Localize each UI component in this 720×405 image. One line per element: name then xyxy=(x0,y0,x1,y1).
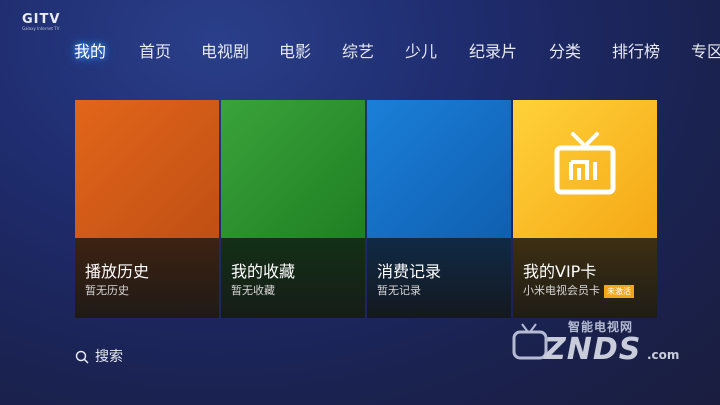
watermark-brand: ZNDS xyxy=(544,332,642,367)
mi-tv-icon xyxy=(554,132,616,195)
tile-subtitle: 小米电视会员卡 未激活 xyxy=(523,282,634,298)
tab-movies[interactable]: 电影 xyxy=(279,38,311,62)
tile-favorites[interactable]: 我的收藏 暂无收藏 xyxy=(221,100,365,318)
tab-kids[interactable]: 少儿 xyxy=(405,38,437,62)
tile-title: 我的收藏 xyxy=(231,262,296,281)
search-icon xyxy=(75,350,89,364)
tile-subtitle: 暂无历史 xyxy=(85,284,129,297)
search-label: 搜索 xyxy=(95,349,123,365)
logo-mark: GITV xyxy=(22,12,61,27)
tab-documentary[interactable]: 纪录片 xyxy=(469,38,517,62)
search-button[interactable]: 搜索 xyxy=(75,346,123,366)
tile-title: 消费记录 xyxy=(377,262,442,281)
tile-title: 我的VIP卡 xyxy=(523,262,597,281)
tab-rankings[interactable]: 排行榜 xyxy=(612,38,660,62)
tab-variety[interactable]: 综艺 xyxy=(342,38,374,62)
tile-play-history[interactable]: 播放历史 暂无历史 xyxy=(75,100,219,318)
tile-title: 播放历史 xyxy=(85,262,150,281)
top-nav: 我的 首页 电视剧 电影 综艺 少儿 纪录片 分类 排行榜 专区 xyxy=(0,38,720,64)
status-badge: 未激活 xyxy=(604,284,634,298)
tab-categories[interactable]: 分类 xyxy=(549,38,581,62)
watermark-suffix: .com xyxy=(647,348,680,362)
tab-mine[interactable]: 我的 xyxy=(74,38,106,62)
logo-subtitle: Galaxy Internet TV xyxy=(22,26,60,31)
vip-card-label: 小米电视会员卡 xyxy=(523,284,600,297)
tile-subtitle: 暂无记录 xyxy=(377,284,421,297)
tab-special[interactable]: 专区 xyxy=(691,38,720,62)
tile-purchase-records[interactable]: 消费记录 暂无记录 xyxy=(367,100,511,318)
znds-watermark: 智能电视网 ZNDS .com xyxy=(510,318,710,378)
tab-home[interactable]: 首页 xyxy=(139,38,171,62)
tile-vip-card[interactable]: 我的VIP卡 小米电视会员卡 未激活 xyxy=(513,100,657,318)
tile-subtitle: 暂无收藏 xyxy=(231,284,275,297)
tab-tv-series[interactable]: 电视剧 xyxy=(201,38,249,62)
gitv-logo: GITV Galaxy Internet TV xyxy=(22,12,60,31)
